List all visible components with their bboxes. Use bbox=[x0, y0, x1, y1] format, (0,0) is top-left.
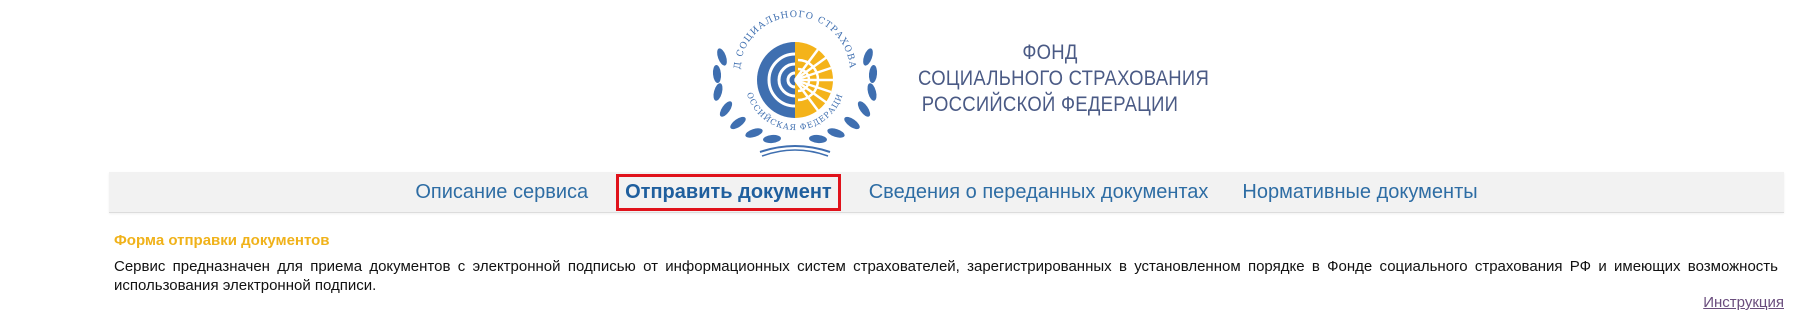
form-title: Форма отправки документов bbox=[114, 232, 330, 249]
org-name-line-2: СОЦИАЛЬНОГО СТРАХОВАНИЯ bbox=[918, 67, 1210, 90]
main-content: Форма отправки документов Сервис предназ… bbox=[114, 232, 1778, 295]
nav-link-regulatory-documents[interactable]: Нормативные документы bbox=[1236, 175, 1483, 210]
org-name-line-3: РОССИЙСКОЙ ФЕДЕРАЦИИ bbox=[921, 93, 1179, 116]
main-navigation: Описание сервиса Отправить документ Свед… bbox=[109, 172, 1784, 213]
fss-emblem-logo: ФОНД СОЦИАЛЬНОГО СТРАХОВАНИЯ РОССИЙСКАЯ … bbox=[700, 2, 878, 157]
site-header: ФОНД СОЦИАЛЬНОГО СТРАХОВАНИЯ РОССИЙСКАЯ … bbox=[0, 0, 1816, 170]
instruction-link[interactable]: Инструкция bbox=[1703, 294, 1784, 311]
org-name-line-1: ФОНД bbox=[1022, 41, 1078, 64]
nav-link-service-description[interactable]: Описание сервиса bbox=[409, 175, 594, 210]
nav-link-sent-documents-info[interactable]: Сведения о переданных документах bbox=[863, 175, 1215, 210]
organization-name: ФОНД СОЦИАЛЬНОГО СТРАХОВАНИЯ РОССИЙСКОЙ … bbox=[918, 40, 1210, 118]
service-description-text: Сервис предназначен для приема документо… bbox=[114, 258, 1778, 294]
nav-link-send-document[interactable]: Отправить документ bbox=[616, 173, 841, 211]
